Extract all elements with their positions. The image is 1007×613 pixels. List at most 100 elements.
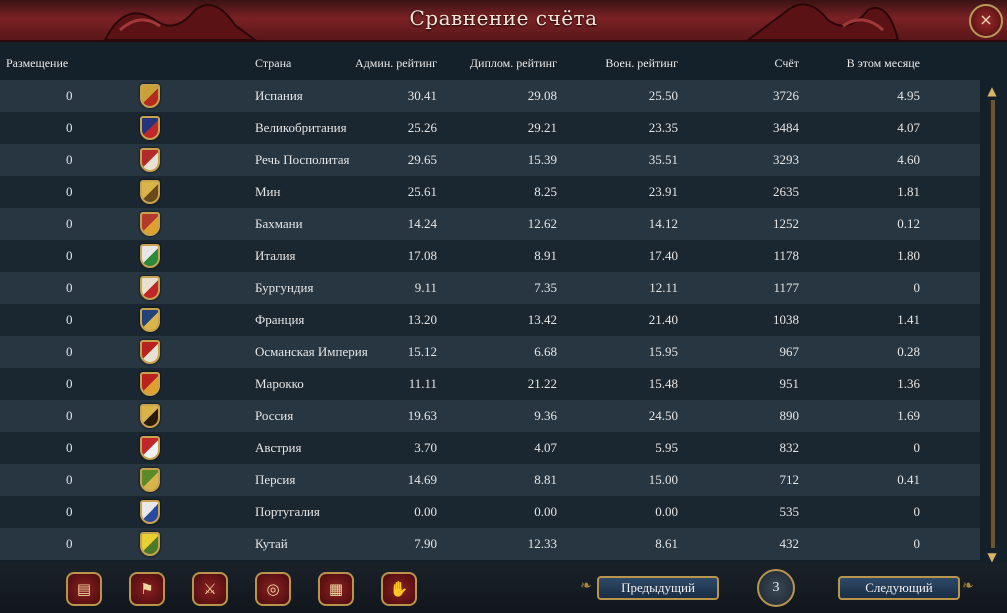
- cell-military-rating: 5.95: [655, 440, 678, 455]
- cell-score: 951: [779, 376, 800, 391]
- cell-diplo-rating: 9.36: [534, 408, 557, 423]
- scroll-up-icon[interactable]: ▲: [985, 84, 999, 98]
- table-row[interactable]: 0 Италия 17.08 8.91 17.40 1178 1.80: [0, 240, 980, 272]
- cell-country: Речь Посполитая: [255, 152, 350, 167]
- cell-military-rating: 25.50: [648, 88, 678, 103]
- cell-diplo-rating: 13.42: [527, 312, 557, 327]
- cell-placement: 0: [66, 280, 73, 295]
- table-row[interactable]: 0 Марокко 11.11 21.22 15.48 951 1.36: [0, 368, 980, 400]
- cell-placement: 0: [66, 408, 73, 423]
- country-flag-icon[interactable]: [138, 499, 162, 525]
- table-row[interactable]: 0 Бургундия 9.11 7.35 12.11 1177 0: [0, 272, 980, 304]
- table-row[interactable]: 0 Мин 25.61 8.25 23.91 2635 1.81: [0, 176, 980, 208]
- cell-placement: 0: [66, 344, 73, 359]
- table-row[interactable]: 0 Россия 19.63 9.36 24.50 890 1.69: [0, 400, 980, 432]
- cell-diplo-rating: 15.39: [527, 152, 557, 167]
- cell-military-rating: 21.40: [648, 312, 678, 327]
- crate-icon[interactable]: ▦: [318, 572, 354, 606]
- table-row[interactable]: 0 Речь Посполитая 29.65 15.39 35.51 3293 4.60: [0, 144, 980, 176]
- country-flag-icon[interactable]: [138, 531, 162, 557]
- cell-country: Португалия: [255, 504, 320, 519]
- cell-diplo-rating: 7.35: [534, 280, 557, 295]
- next-button[interactable]: Следующий: [838, 576, 960, 600]
- ornament-right-icon: ❧: [962, 578, 974, 594]
- country-flag-icon[interactable]: [138, 371, 162, 397]
- cell-military-rating: 15.95: [648, 344, 678, 359]
- table-row[interactable]: 0 Франция 13.20 13.42 21.40 1038 1.41: [0, 304, 980, 336]
- scrollbar[interactable]: ▲ ▼: [982, 84, 1002, 564]
- cell-country: Россия: [255, 408, 294, 423]
- score-comparison-window: Сравнение счёта × Размещение Страна Адми…: [0, 0, 1007, 613]
- cell-admin-rating: 9.11: [414, 280, 437, 295]
- cell-military-rating: 23.91: [648, 184, 678, 199]
- cell-military-rating: 15.48: [648, 376, 678, 391]
- table-row[interactable]: 0 Бахмани 14.24 12.62 14.12 1252 0.12: [0, 208, 980, 240]
- table-row[interactable]: 0 Персия 14.69 8.81 15.00 712 0.41: [0, 464, 980, 496]
- cell-military-rating: 12.11: [649, 280, 678, 295]
- cell-score: 1252: [773, 216, 799, 231]
- cell-this-month: 0.12: [897, 216, 920, 231]
- cell-placement: 0: [66, 120, 73, 135]
- cell-diplo-rating: 29.08: [527, 88, 557, 103]
- header-placement[interactable]: Размещение: [6, 56, 68, 71]
- cell-admin-rating: 17.08: [407, 248, 437, 263]
- cell-admin-rating: 11.11: [408, 376, 437, 391]
- cell-diplo-rating: 21.22: [527, 376, 557, 391]
- cell-country: Марокко: [255, 376, 304, 391]
- header-score[interactable]: Счёт: [775, 56, 799, 71]
- table-row[interactable]: 0 Великобритания 25.26 29.21 23.35 3484 4.07: [0, 112, 980, 144]
- cell-country: Персия: [255, 472, 296, 487]
- previous-button[interactable]: Предыдущий: [597, 576, 719, 600]
- country-flag-icon[interactable]: [138, 339, 162, 365]
- country-flag-icon[interactable]: [138, 243, 162, 269]
- cell-country: Бахмани: [255, 216, 303, 231]
- header-country[interactable]: Страна: [255, 56, 291, 71]
- table-row[interactable]: 0 Испания 30.41 29.08 25.50 3726 4.95: [0, 80, 980, 112]
- ledger-icon[interactable]: ▤: [66, 572, 102, 606]
- country-flag-icon[interactable]: [138, 403, 162, 429]
- table-row[interactable]: 0 Австрия 3.70 4.07 5.95 832 0: [0, 432, 980, 464]
- close-icon[interactable]: ×: [969, 4, 1003, 38]
- scroll-down-icon[interactable]: ▼: [985, 550, 999, 564]
- header-military-rating[interactable]: Воен. рейтинг: [605, 56, 678, 71]
- cell-country: Австрия: [255, 440, 302, 455]
- cell-placement: 0: [66, 88, 73, 103]
- table-row[interactable]: 0 Османская Империя 15.12 6.68 15.95 967 0.28: [0, 336, 980, 368]
- cell-admin-rating: 19.63: [407, 408, 437, 423]
- country-flag-icon[interactable]: [138, 307, 162, 333]
- country-flag-icon[interactable]: [138, 435, 162, 461]
- country-flag-icon[interactable]: [138, 467, 162, 493]
- cell-this-month: 4.95: [897, 88, 920, 103]
- cell-admin-rating: 30.41: [407, 88, 437, 103]
- cell-score: 967: [779, 344, 800, 359]
- cell-military-rating: 35.51: [648, 152, 678, 167]
- cell-placement: 0: [66, 184, 73, 199]
- handshake-icon[interactable]: ✋: [381, 572, 417, 606]
- cell-admin-rating: 7.90: [414, 536, 437, 551]
- table-row[interactable]: 0 Португалия 0.00 0.00 0.00 535 0: [0, 496, 980, 528]
- country-flag-icon[interactable]: [138, 275, 162, 301]
- country-flag-icon[interactable]: [138, 115, 162, 141]
- cell-placement: 0: [66, 152, 73, 167]
- cell-placement: 0: [66, 216, 73, 231]
- country-flag-icon[interactable]: [138, 147, 162, 173]
- country-flag-icon[interactable]: [138, 179, 162, 205]
- country-flag-icon[interactable]: [138, 211, 162, 237]
- table-row[interactable]: 0 Кутай 7.90 12.33 8.61 432 0: [0, 528, 980, 560]
- cell-this-month: 1.80: [897, 248, 920, 263]
- cell-this-month: 1.69: [897, 408, 920, 423]
- scroll-track[interactable]: [990, 100, 995, 548]
- cell-diplo-rating: 0.00: [534, 504, 557, 519]
- header-admin-rating[interactable]: Админ. рейтинг: [355, 56, 437, 71]
- flag-icon[interactable]: ⚑: [129, 572, 165, 606]
- header-this-month[interactable]: В этом месяце: [847, 56, 920, 71]
- country-flag-icon[interactable]: [138, 83, 162, 109]
- cell-this-month: 0: [913, 440, 921, 455]
- cell-country: Испания: [255, 88, 303, 103]
- crossed-swords-icon[interactable]: ⚔: [192, 572, 228, 606]
- cell-country: Мин: [255, 184, 281, 199]
- header-diplo-rating[interactable]: Диплом. рейтинг: [470, 56, 557, 71]
- cell-placement: 0: [66, 312, 73, 327]
- coins-icon[interactable]: ◎: [255, 572, 291, 606]
- cell-admin-rating: 29.65: [407, 152, 437, 167]
